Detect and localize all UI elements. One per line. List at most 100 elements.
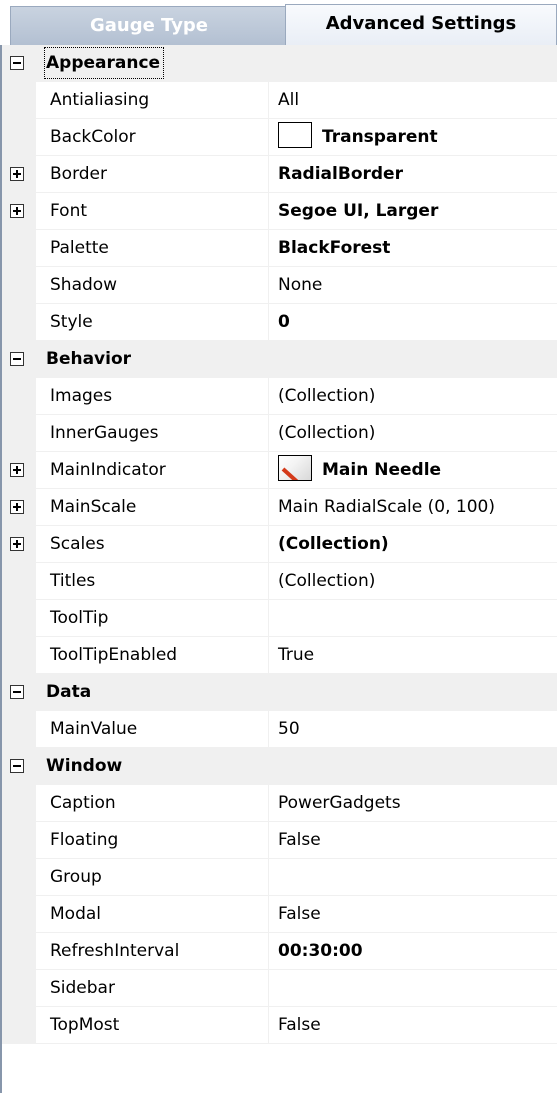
property-value[interactable]: PowerGadgets <box>269 785 557 822</box>
property-value[interactable]: All <box>269 82 557 119</box>
property-value-text: (Collection) <box>278 423 376 443</box>
expand-icon[interactable] <box>10 500 24 514</box>
collapse-icon[interactable] <box>10 56 24 70</box>
property-row-innergauges[interactable]: InnerGauges (Collection) <box>2 415 557 452</box>
row-gutter <box>2 304 36 341</box>
property-value[interactable]: True <box>269 637 557 674</box>
property-value-text: False <box>278 904 321 924</box>
row-gutter <box>2 637 36 674</box>
property-row-tooltipenabled[interactable]: ToolTipEnabled True <box>2 637 557 674</box>
property-row-titles[interactable]: Titles (Collection) <box>2 563 557 600</box>
collapse-icon[interactable] <box>10 685 24 699</box>
property-name: Floating <box>36 822 269 859</box>
property-value[interactable]: (Collection) <box>269 526 557 563</box>
tab-gauge-type[interactable]: Gauge Type <box>10 6 288 45</box>
property-value[interactable]: 0 <box>269 304 557 341</box>
property-row-sidebar[interactable]: Sidebar <box>2 970 557 1007</box>
property-grid: Appearance Antialiasing All BackColor Transp… <box>0 45 557 1093</box>
property-value[interactable]: 00:30:00 <box>269 933 557 970</box>
tab-advanced-settings[interactable]: Advanced Settings <box>285 4 557 45</box>
category-behavior[interactable]: Behavior <box>2 341 557 378</box>
property-name: Sidebar <box>36 970 269 1007</box>
property-name: ToolTipEnabled <box>36 637 269 674</box>
property-value[interactable]: Main RadialScale (0, 100) <box>269 489 557 526</box>
property-value-text: None <box>278 275 323 295</box>
property-row-refreshinterval[interactable]: RefreshInterval 00:30:00 <box>2 933 557 970</box>
property-value[interactable]: 50 <box>269 711 557 748</box>
expand-icon[interactable] <box>10 204 24 218</box>
property-name: Scales <box>36 526 269 563</box>
row-gutter <box>2 119 36 156</box>
property-row-images[interactable]: Images (Collection) <box>2 378 557 415</box>
property-value-text: (Collection) <box>278 534 389 554</box>
property-name: Images <box>36 378 269 415</box>
property-value[interactable] <box>269 970 557 1007</box>
row-gutter <box>2 378 36 415</box>
property-name: MainIndicator <box>36 452 269 489</box>
property-row-shadow[interactable]: Shadow None <box>2 267 557 304</box>
property-row-font[interactable]: Font Segoe UI, Larger <box>2 193 557 230</box>
property-name: MainScale <box>36 489 269 526</box>
property-value-text: 0 <box>278 312 290 332</box>
category-data[interactable]: Data <box>2 674 557 711</box>
property-row-mainindicator[interactable]: MainIndicator Main Needle <box>2 452 557 489</box>
property-value-text: Main Needle <box>322 460 442 480</box>
property-value-text: All <box>278 90 300 110</box>
category-label: Behavior <box>46 349 132 369</box>
property-value-text: BlackForest <box>278 238 391 258</box>
property-row-tooltip[interactable]: ToolTip <box>2 600 557 637</box>
property-value[interactable]: RadialBorder <box>269 156 557 193</box>
category-label: Data <box>46 682 92 702</box>
property-name: Antialiasing <box>36 82 269 119</box>
property-row-modal[interactable]: Modal False <box>2 896 557 933</box>
row-gutter <box>2 822 36 859</box>
property-name: RefreshInterval <box>36 933 269 970</box>
property-row-scales[interactable]: Scales (Collection) <box>2 526 557 563</box>
property-row-mainscale[interactable]: MainScale Main RadialScale (0, 100) <box>2 489 557 526</box>
property-row-topmost[interactable]: TopMost False <box>2 1007 557 1044</box>
property-value[interactable]: Segoe UI, Larger <box>269 193 557 230</box>
property-row-mainvalue[interactable]: MainValue 50 <box>2 711 557 748</box>
property-value[interactable] <box>269 859 557 896</box>
collapse-icon[interactable] <box>10 759 24 773</box>
category-window[interactable]: Window <box>2 748 557 785</box>
property-value[interactable]: Main Needle <box>269 452 557 489</box>
property-value-text: Main RadialScale (0, 100) <box>278 497 495 517</box>
row-gutter <box>2 933 36 970</box>
property-value[interactable]: False <box>269 822 557 859</box>
property-name: ToolTip <box>36 600 269 637</box>
property-name: Shadow <box>36 267 269 304</box>
property-value[interactable]: BlackForest <box>269 230 557 267</box>
property-value[interactable]: Transparent <box>269 119 557 156</box>
expand-icon[interactable] <box>10 463 24 477</box>
property-value-text: (Collection) <box>278 571 376 591</box>
row-gutter <box>2 859 36 896</box>
property-row-group[interactable]: Group <box>2 859 557 896</box>
row-gutter <box>2 489 36 526</box>
needle-icon <box>278 455 312 481</box>
property-value-text: 50 <box>278 719 300 739</box>
property-value-text: False <box>278 830 321 850</box>
property-row-floating[interactable]: Floating False <box>2 822 557 859</box>
property-row-caption[interactable]: Caption PowerGadgets <box>2 785 557 822</box>
row-gutter <box>2 711 36 748</box>
property-row-style[interactable]: Style 0 <box>2 304 557 341</box>
property-row-antialiasing[interactable]: Antialiasing All <box>2 82 557 119</box>
property-row-border[interactable]: Border RadialBorder <box>2 156 557 193</box>
property-row-palette[interactable]: Palette BlackForest <box>2 230 557 267</box>
property-row-backcolor[interactable]: BackColor Transparent <box>2 119 557 156</box>
property-value[interactable]: None <box>269 267 557 304</box>
property-value[interactable]: (Collection) <box>269 563 557 600</box>
expand-icon[interactable] <box>10 167 24 181</box>
collapse-icon[interactable] <box>10 352 24 366</box>
category-appearance[interactable]: Appearance <box>2 45 557 82</box>
property-name: Caption <box>36 785 269 822</box>
expand-icon[interactable] <box>10 537 24 551</box>
property-value[interactable]: (Collection) <box>269 378 557 415</box>
property-value[interactable]: False <box>269 896 557 933</box>
property-value-text: True <box>278 645 315 665</box>
row-gutter <box>2 563 36 600</box>
property-value[interactable]: False <box>269 1007 557 1044</box>
property-value[interactable] <box>269 600 557 637</box>
property-value[interactable]: (Collection) <box>269 415 557 452</box>
